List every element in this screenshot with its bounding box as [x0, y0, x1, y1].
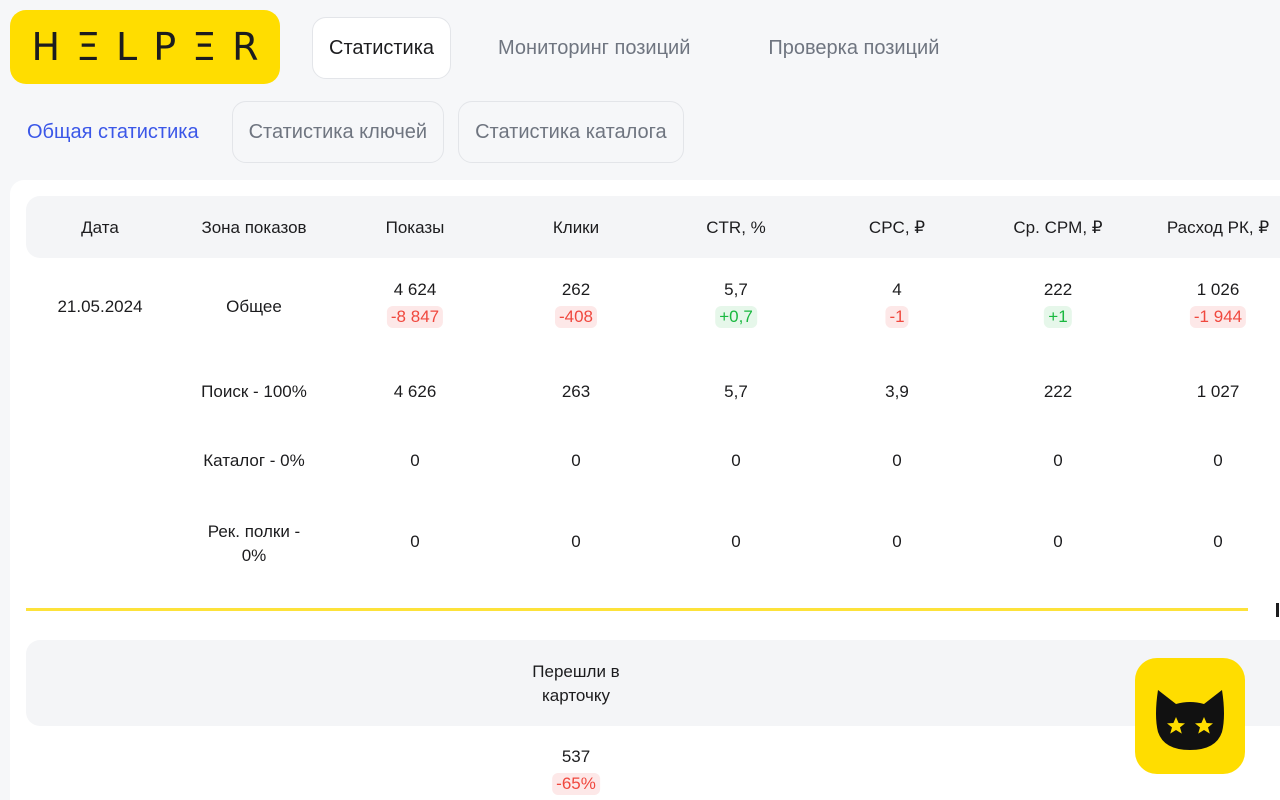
- section-divider: [26, 608, 1248, 611]
- value: 222: [1043, 280, 1073, 299]
- cat-mascot-icon: [1156, 690, 1224, 750]
- table-row-total-cpc: 4 -1: [885, 280, 909, 328]
- table-cell: 0: [731, 451, 741, 470]
- table-cell: 3,9: [885, 382, 909, 401]
- header-card-visits[interactable]: Перешли в карточку: [532, 660, 619, 708]
- table-cell: 0: [1213, 451, 1223, 470]
- delta-badge: +0,7: [715, 306, 757, 328]
- header-spend[interactable]: Расход РК, ₽: [1167, 218, 1269, 238]
- delta-badge: -1: [885, 306, 909, 328]
- header-ctr[interactable]: CTR, %: [706, 218, 766, 238]
- subtab-general-statistics[interactable]: Общая статистика: [14, 101, 216, 163]
- table2-header-row: [26, 640, 1280, 726]
- table-cell: 0: [1053, 532, 1063, 551]
- table-cell: 0: [571, 532, 581, 551]
- row-zone-search: Поиск - 100%: [201, 382, 307, 401]
- table-row-total-cpm: 222 +1: [1044, 280, 1072, 328]
- header-zone[interactable]: Зона показов: [201, 218, 306, 238]
- delta-badge: +1: [1044, 306, 1072, 328]
- value: 262: [561, 280, 591, 299]
- row-date: 21.05.2024: [57, 297, 143, 316]
- delta-badge: -8 847: [386, 306, 444, 328]
- sub-nav: Общая статистика Статистика ключей Стати…: [14, 101, 698, 163]
- table-cell: 0: [731, 532, 741, 551]
- table2-row-card-visits: 537 -65%: [552, 747, 600, 795]
- row-zone-total: Общее: [226, 297, 282, 316]
- table-cell: 222: [1043, 382, 1073, 401]
- table-row-total-spend: 1 026 -1 944: [1189, 280, 1247, 328]
- value: 537: [561, 747, 591, 766]
- header-date[interactable]: Дата: [81, 218, 119, 238]
- table-cell: 1 027: [1196, 382, 1240, 401]
- table-row-total-impressions: 4 624 -8 847: [386, 280, 444, 328]
- table-cell: 263: [561, 382, 591, 401]
- zone-line-1: Рек. полки -: [207, 522, 301, 541]
- table-cell: 0: [892, 532, 902, 551]
- header-cpc[interactable]: CPC, ₽: [869, 218, 925, 238]
- table-cell: 5,7: [724, 382, 748, 401]
- row-zone-shelves: Рек. полки - 0%: [208, 520, 300, 568]
- table-cell: 0: [410, 532, 420, 551]
- table-cell: 0: [571, 451, 581, 470]
- header-cpm[interactable]: Ср. CPM, ₽: [1013, 218, 1102, 238]
- tab-position-monitoring[interactable]: Мониторинг позиций: [481, 17, 707, 79]
- top-nav: Статистика Мониторинг позиций Проверка п…: [312, 17, 986, 79]
- delta-badge: -1 944: [1189, 306, 1247, 328]
- subtab-keyword-statistics[interactable]: Статистика ключей: [231, 101, 445, 163]
- value: 4 624: [393, 280, 437, 299]
- subtab-catalog-statistics[interactable]: Статистика каталога: [458, 101, 684, 163]
- chat-widget-button[interactable]: [1135, 658, 1245, 774]
- row-zone-catalog: Каталог - 0%: [203, 451, 305, 470]
- scroll-edge-marker: [1276, 603, 1279, 617]
- table-cell: 0: [410, 451, 420, 470]
- value: 1 026: [1196, 280, 1240, 299]
- tab-statistics[interactable]: Статистика: [312, 17, 452, 79]
- header-line-2: карточку: [541, 686, 611, 705]
- value: 4: [892, 280, 902, 299]
- table-row-total-ctr: 5,7 +0,7: [715, 280, 757, 328]
- header-impressions[interactable]: Показы: [386, 218, 445, 238]
- table-cell: 4 626: [393, 382, 437, 401]
- table-cell: 0: [892, 451, 902, 470]
- helper-logo[interactable]: HΞLPΞR: [10, 10, 280, 84]
- table-cell: 0: [1213, 532, 1223, 551]
- header-line-1: Перешли в: [532, 662, 620, 681]
- value: 5,7: [724, 280, 748, 299]
- tab-position-check[interactable]: Проверка позиций: [751, 17, 956, 79]
- header-clicks[interactable]: Клики: [553, 218, 599, 238]
- stats-card: Дата Зона показов Показы Клики CTR, % CP…: [10, 180, 1280, 800]
- table-cell: 0: [1053, 451, 1063, 470]
- zone-line-2: 0%: [241, 546, 267, 565]
- delta-badge: -408: [554, 306, 598, 328]
- table-row-total-clicks: 262 -408: [554, 280, 598, 328]
- delta-badge: -65%: [552, 773, 600, 795]
- logo-text: HΞLPΞR: [31, 25, 275, 69]
